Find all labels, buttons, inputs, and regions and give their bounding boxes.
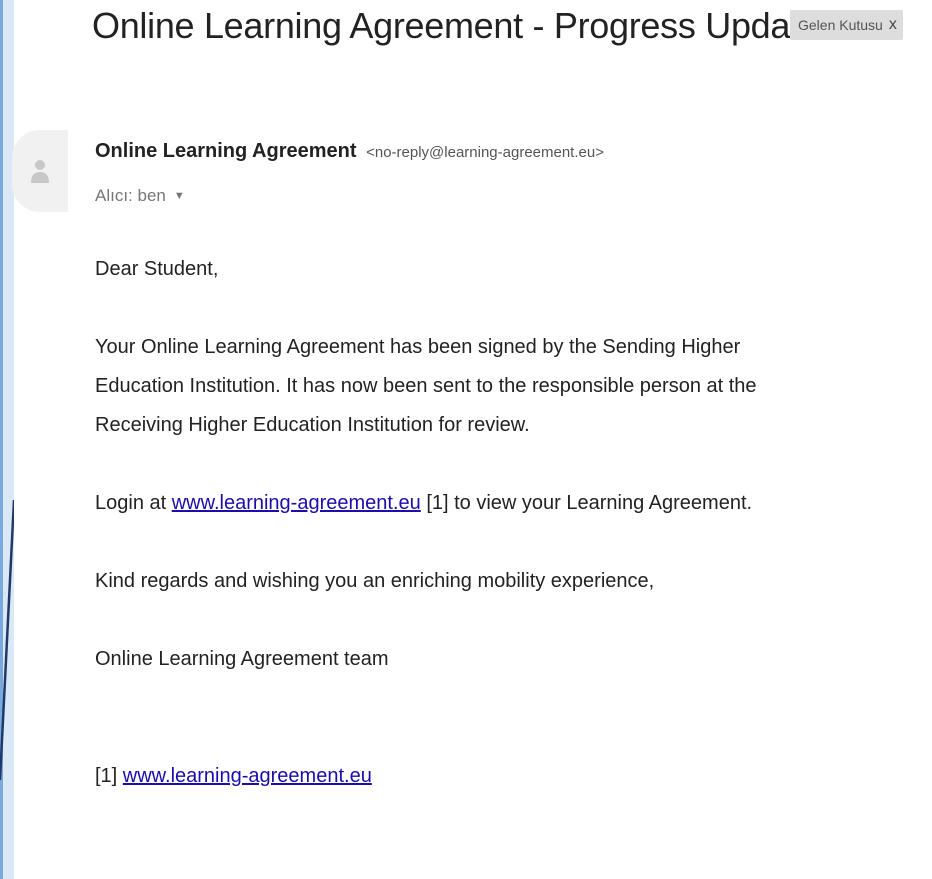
email-view: Online Learning Agreement - Progress Upd… — [0, 0, 932, 879]
inbox-label-chip[interactable]: Gelen Kutusu x — [790, 10, 903, 40]
regards-line: Kind regards and wishing you an enrichin… — [95, 570, 655, 592]
login-line: Login at www.learning-agreement.eu [1] t… — [95, 484, 915, 523]
signature-line: Online Learning Agreement team — [95, 648, 389, 670]
sender-email: <no-reply@learning-agreement.eu> — [366, 144, 604, 161]
paragraph-line: Education Institution. It has now been s… — [95, 375, 757, 397]
login-suffix: [1] to view your Learning Agreement. — [420, 492, 753, 514]
recipient-text: Alıcı: ben — [95, 186, 166, 205]
caret-down-icon[interactable]: ▼ — [174, 190, 185, 202]
learning-agreement-link[interactable]: www.learning-agreement.eu — [172, 492, 421, 514]
label-text: Gelen Kutusu — [798, 17, 883, 33]
sender-name[interactable]: Online Learning Agreement — [95, 140, 357, 162]
footnote-line: [1] www.learning-agreement.eu — [95, 757, 915, 796]
email-subject: Online Learning Agreement - Progress Upd… — [92, 5, 820, 46]
greeting: Dear Student, — [95, 258, 219, 280]
person-icon — [31, 160, 49, 183]
recipient-line: Alıcı: ben ▼ — [95, 186, 185, 206]
slide-decoration — [0, 0, 14, 879]
close-icon[interactable]: x — [889, 16, 897, 34]
paragraph-line: Receiving Higher Education Institution f… — [95, 414, 530, 436]
login-prefix: Login at — [95, 492, 172, 514]
avatar[interactable] — [12, 130, 68, 212]
paragraph-line: Your Online Learning Agreement has been … — [95, 336, 741, 358]
footnote-marker: [1] — [95, 765, 123, 787]
footnote-link[interactable]: www.learning-agreement.eu — [123, 765, 372, 787]
sender-line: Online Learning Agreement <no-reply@lear… — [95, 137, 604, 167]
email-body: Dear Student, Your Online Learning Agree… — [95, 250, 915, 796]
